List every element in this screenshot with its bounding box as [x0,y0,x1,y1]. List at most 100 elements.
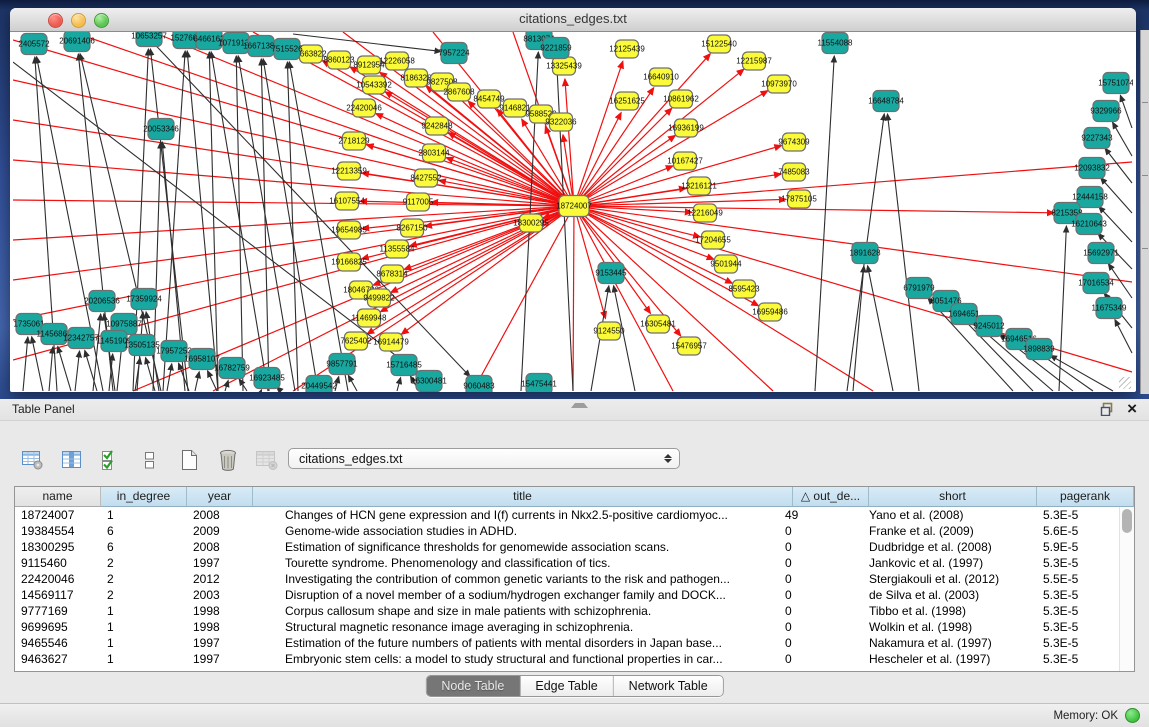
graph-edge[interactable] [362,173,574,206]
graph-edge[interactable] [574,206,673,391]
graph-edge[interactable] [287,62,298,391]
graph-edge[interactable] [49,347,53,391]
table-selector-dropdown[interactable]: citations_edges.txt [288,448,680,469]
graph-edge[interactable] [1059,226,1066,391]
column-header[interactable]: name [15,487,101,507]
graph-node-label: 16914479 [373,338,409,347]
import-table-disabled-icon [254,447,280,473]
cell: 2012 [187,571,253,587]
graph-node-label: 12213359 [331,167,367,176]
graph-edge[interactable] [565,79,574,206]
table-row[interactable]: 1872400712008Changes of HCN gene express… [15,507,1120,523]
cell: Yano et al. (2008) [855,507,1023,523]
table-row[interactable]: 969969511998Structural magnetic resonanc… [15,619,1120,635]
splitter-handle[interactable] [571,398,588,408]
graph-edge[interactable] [868,266,893,391]
close-panel-icon[interactable]: × [1127,401,1137,416]
table-row[interactable]: 946554611997Estimation of the future num… [15,635,1120,651]
graph-edge[interactable] [93,314,101,391]
cell: Investigating the contribution of common… [253,571,779,587]
graph-edge[interactable] [557,61,573,391]
graph-node-label: 16107554 [329,197,365,206]
graph-edge[interactable] [853,266,864,391]
graph-edge[interactable] [23,337,28,391]
graph-node-label: 16648784 [868,97,904,106]
column-header[interactable]: title [253,487,793,507]
table-row[interactable]: 1456911722003Disruption of a novel membe… [15,587,1120,603]
table-row[interactable]: 911546021997Tourette syndrome. Phenomeno… [15,555,1120,571]
cell: 1998 [187,619,253,635]
graph-edge[interactable] [380,72,574,206]
graph-edge[interactable] [75,351,80,391]
graph-node-label: 11469948 [352,314,388,323]
graph-edge[interactable] [58,346,71,391]
graph-edge[interactable] [208,371,217,391]
graph-edge[interactable] [13,200,574,206]
graph-node-label: 7625402 [340,337,372,346]
create-column-icon[interactable] [176,447,202,473]
graph-edge[interactable] [574,69,744,206]
graph-edge[interactable] [574,61,623,206]
graph-node-label: 17204655 [695,236,731,245]
graph-edge[interactable] [236,56,243,391]
graph-node-label: 16210643 [1071,220,1107,229]
graph-edge[interactable] [261,390,262,391]
graph-node-label: 16936199 [668,124,704,133]
graph-node-label: 9245012 [973,322,1005,331]
cell: Wolkin et al. (1998) [855,619,1023,635]
graph-edge[interactable] [348,375,357,391]
column-header[interactable]: short [869,487,1037,507]
graph-edge[interactable] [179,363,189,391]
graph-edge[interactable] [225,380,228,391]
graph-edge[interactable] [815,56,834,391]
graph-node-label: 8454749 [473,95,505,104]
network-canvas[interactable]: 8860123891295412226058105433928186328982… [13,32,1133,392]
graph-edge[interactable] [397,378,401,391]
table-row[interactable]: 977716911998Corpus callosum shape and si… [15,603,1120,619]
table-scrollbar[interactable] [1119,507,1134,671]
table-mode-icon[interactable] [20,447,46,473]
graph-node-label: 16251625 [609,97,645,106]
show-columns-icon[interactable] [59,447,85,473]
delete-column-icon[interactable] [215,447,241,473]
graph-edge[interactable] [574,162,1132,206]
graph-node-label: 12226058 [379,57,415,66]
graph-node-label: 2718129 [338,137,370,146]
column-header[interactable]: in_degree [101,487,187,507]
graph-node-label: 15122540 [701,40,737,49]
column-header[interactable]: △ out_de... [793,487,869,507]
cell: 19384554 [15,523,101,539]
column-header[interactable]: pagerank [1037,487,1134,507]
column-header[interactable]: year [187,487,253,507]
select-all-icon[interactable] [98,447,124,473]
graph-edge[interactable] [573,206,574,391]
table-type-tabs: Node TableEdge TableNetwork Table [425,675,723,697]
tab-edge-table[interactable]: Edge Table [520,676,613,696]
graph-edge[interactable] [167,364,172,391]
graph-node-label: 9124550 [593,327,625,336]
memory-status-icon[interactable] [1125,708,1140,723]
graph-edge[interactable] [195,372,199,391]
cell: 1 [101,651,187,667]
network-window[interactable]: citations_edges.txt 88601238912954122260… [10,8,1136,392]
row-height-icon[interactable] [137,447,163,473]
table-row[interactable]: 1938455462009Genome-wide association stu… [15,523,1120,539]
graph-node-label: 15476957 [671,342,707,351]
graph-edge[interactable] [32,337,43,391]
table-row[interactable]: 946362711997Embryonic stem cells: a mode… [15,651,1120,667]
scrollbar-thumb[interactable] [1122,509,1132,533]
graph-node-label: 2867608 [443,88,475,97]
graph-edge[interactable] [1120,95,1132,128]
graph-node-label: 10861962 [663,95,699,104]
tab-network-table[interactable]: Network Table [614,676,723,696]
window-titlebar[interactable]: citations_edges.txt [10,8,1136,32]
table-row[interactable]: 2242004622012Investigating the contribut… [15,571,1120,587]
window-resize-grip[interactable] [1119,377,1131,389]
node-table[interactable]: namein_degreeyeartitle△ out_de...shortpa… [14,486,1135,672]
tab-node-table[interactable]: Node Table [426,676,520,696]
float-panel-icon[interactable] [1100,402,1115,416]
graph-node-label: 16958107 [184,355,220,364]
graph-edge[interactable] [574,174,781,206]
table-row[interactable]: 1830029562008Estimation of significance … [15,539,1120,555]
graph-edge[interactable] [1113,122,1132,156]
